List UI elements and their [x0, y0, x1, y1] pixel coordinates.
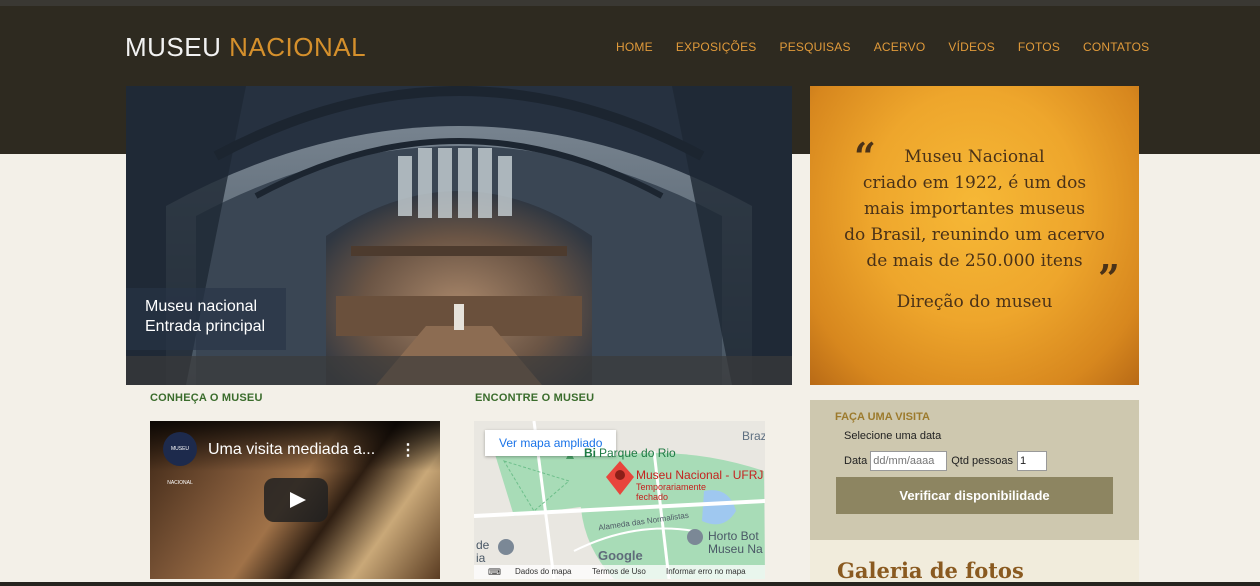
verify-availability-button[interactable]: Verificar disponibilidade: [836, 477, 1113, 514]
nav-contatos[interactable]: CONTATOS: [1083, 40, 1149, 54]
map-label-braz: Braz: [742, 429, 765, 443]
logo-word-nacional: NACIONAL: [229, 32, 367, 62]
window-bottom-line: [0, 582, 1260, 586]
nav-pesquisas[interactable]: PESQUISAS: [780, 40, 851, 54]
quote-line: Museu Nacional: [904, 147, 1045, 167]
channel-logo[interactable]: MUSEU NACIONAL: [163, 432, 197, 486]
quote-line: do Brasil, reunindo um acervo: [844, 225, 1105, 245]
qtd-label: Qtd pessoas: [951, 455, 1014, 467]
hero-caption: Museu nacional Entrada principal: [126, 288, 286, 350]
map-footer-data[interactable]: Dados do mapa: [515, 567, 571, 576]
gallery-title: Galeria de fotos: [837, 558, 1024, 583]
video-embed[interactable]: MUSEU NACIONAL Uma visita mediada a... ⋮: [150, 421, 440, 579]
keyboard-icon[interactable]: ⌨: [488, 567, 501, 578]
section-title-map: ENCONTRE O MUSEU: [475, 392, 595, 404]
google-logo: Google: [598, 548, 643, 563]
map-label-de: de: [476, 538, 490, 552]
main-nav: HOME EXPOSIÇÕES PESQUISAS ACERVO VÍDEOS …: [616, 40, 1172, 54]
more-options-icon[interactable]: ⋮: [400, 440, 416, 460]
logo-word-museu: MUSEU: [125, 32, 222, 62]
quote-signature: Direção do museu: [896, 292, 1053, 312]
map-label-status1: Temporariamente: [636, 482, 707, 492]
visit-title: FAÇA UMA VISITA: [835, 411, 930, 423]
video-title[interactable]: Uma visita mediada a...: [208, 441, 375, 459]
map-label-horto2: Museu Na: [708, 542, 763, 556]
quote-text: Museu Nacional criado em 1922, é um dos …: [810, 144, 1139, 274]
nav-exposicoes[interactable]: EXPOSIÇÕES: [676, 40, 757, 54]
map-footer-report[interactable]: Informar erro no mapa: [666, 567, 746, 576]
hero-image: Museu nacional Entrada principal: [126, 86, 792, 385]
map-label-museu[interactable]: Museu Nacional - UFRJ: [636, 468, 763, 482]
gallery-panel: Galeria de fotos: [810, 540, 1139, 586]
map-footer: ⌨ Dados do mapa Termos de Uso Informar e…: [474, 565, 765, 579]
date-input[interactable]: [870, 451, 948, 471]
date-label: Data: [844, 455, 868, 467]
map-footer-terms[interactable]: Termos de Uso: [592, 567, 646, 576]
nav-home[interactable]: HOME: [616, 40, 653, 54]
site-logo[interactable]: MUSEU NACIONAL: [125, 32, 366, 63]
map-label-park-prefix: Bi: [584, 446, 596, 460]
map-enlarge-button[interactable]: Ver mapa ampliado: [485, 430, 617, 456]
nav-fotos[interactable]: FOTOS: [1018, 40, 1060, 54]
qtd-input[interactable]: [1017, 451, 1048, 471]
map-embed[interactable]: Ver mapa ampliado Braz Bi Parque do Rio …: [474, 421, 765, 579]
map-label-status2: fechado: [636, 492, 669, 502]
section-title-video: CONHEÇA O MUSEU: [150, 392, 263, 404]
map-label-horto[interactable]: Horto Bot: [708, 529, 759, 543]
map-label-ia: ia: [476, 551, 486, 565]
hero-caption-line2: Entrada principal: [145, 318, 266, 335]
quote-line: criado em 1922, é um dos: [862, 173, 1087, 193]
visit-subtitle: Selecione uma data: [844, 430, 942, 442]
visit-form-row: Data Qtd pessoas: [844, 451, 1048, 471]
play-button[interactable]: [264, 478, 328, 522]
quote-panel: “ Museu Nacional criado em 1922, é um do…: [810, 86, 1139, 385]
map-label-park[interactable]: Parque do Rio: [599, 446, 676, 460]
quote-line: mais importantes museus: [863, 199, 1086, 219]
quote-line: de mais de 250.000 itens: [866, 251, 1083, 271]
nav-acervo[interactable]: ACERVO: [874, 40, 926, 54]
hero-caption-line1: Museu nacional: [145, 298, 258, 315]
nav-videos[interactable]: VÍDEOS: [948, 40, 995, 54]
visit-panel: FAÇA UMA VISITA Selecione uma data Data …: [810, 400, 1139, 540]
